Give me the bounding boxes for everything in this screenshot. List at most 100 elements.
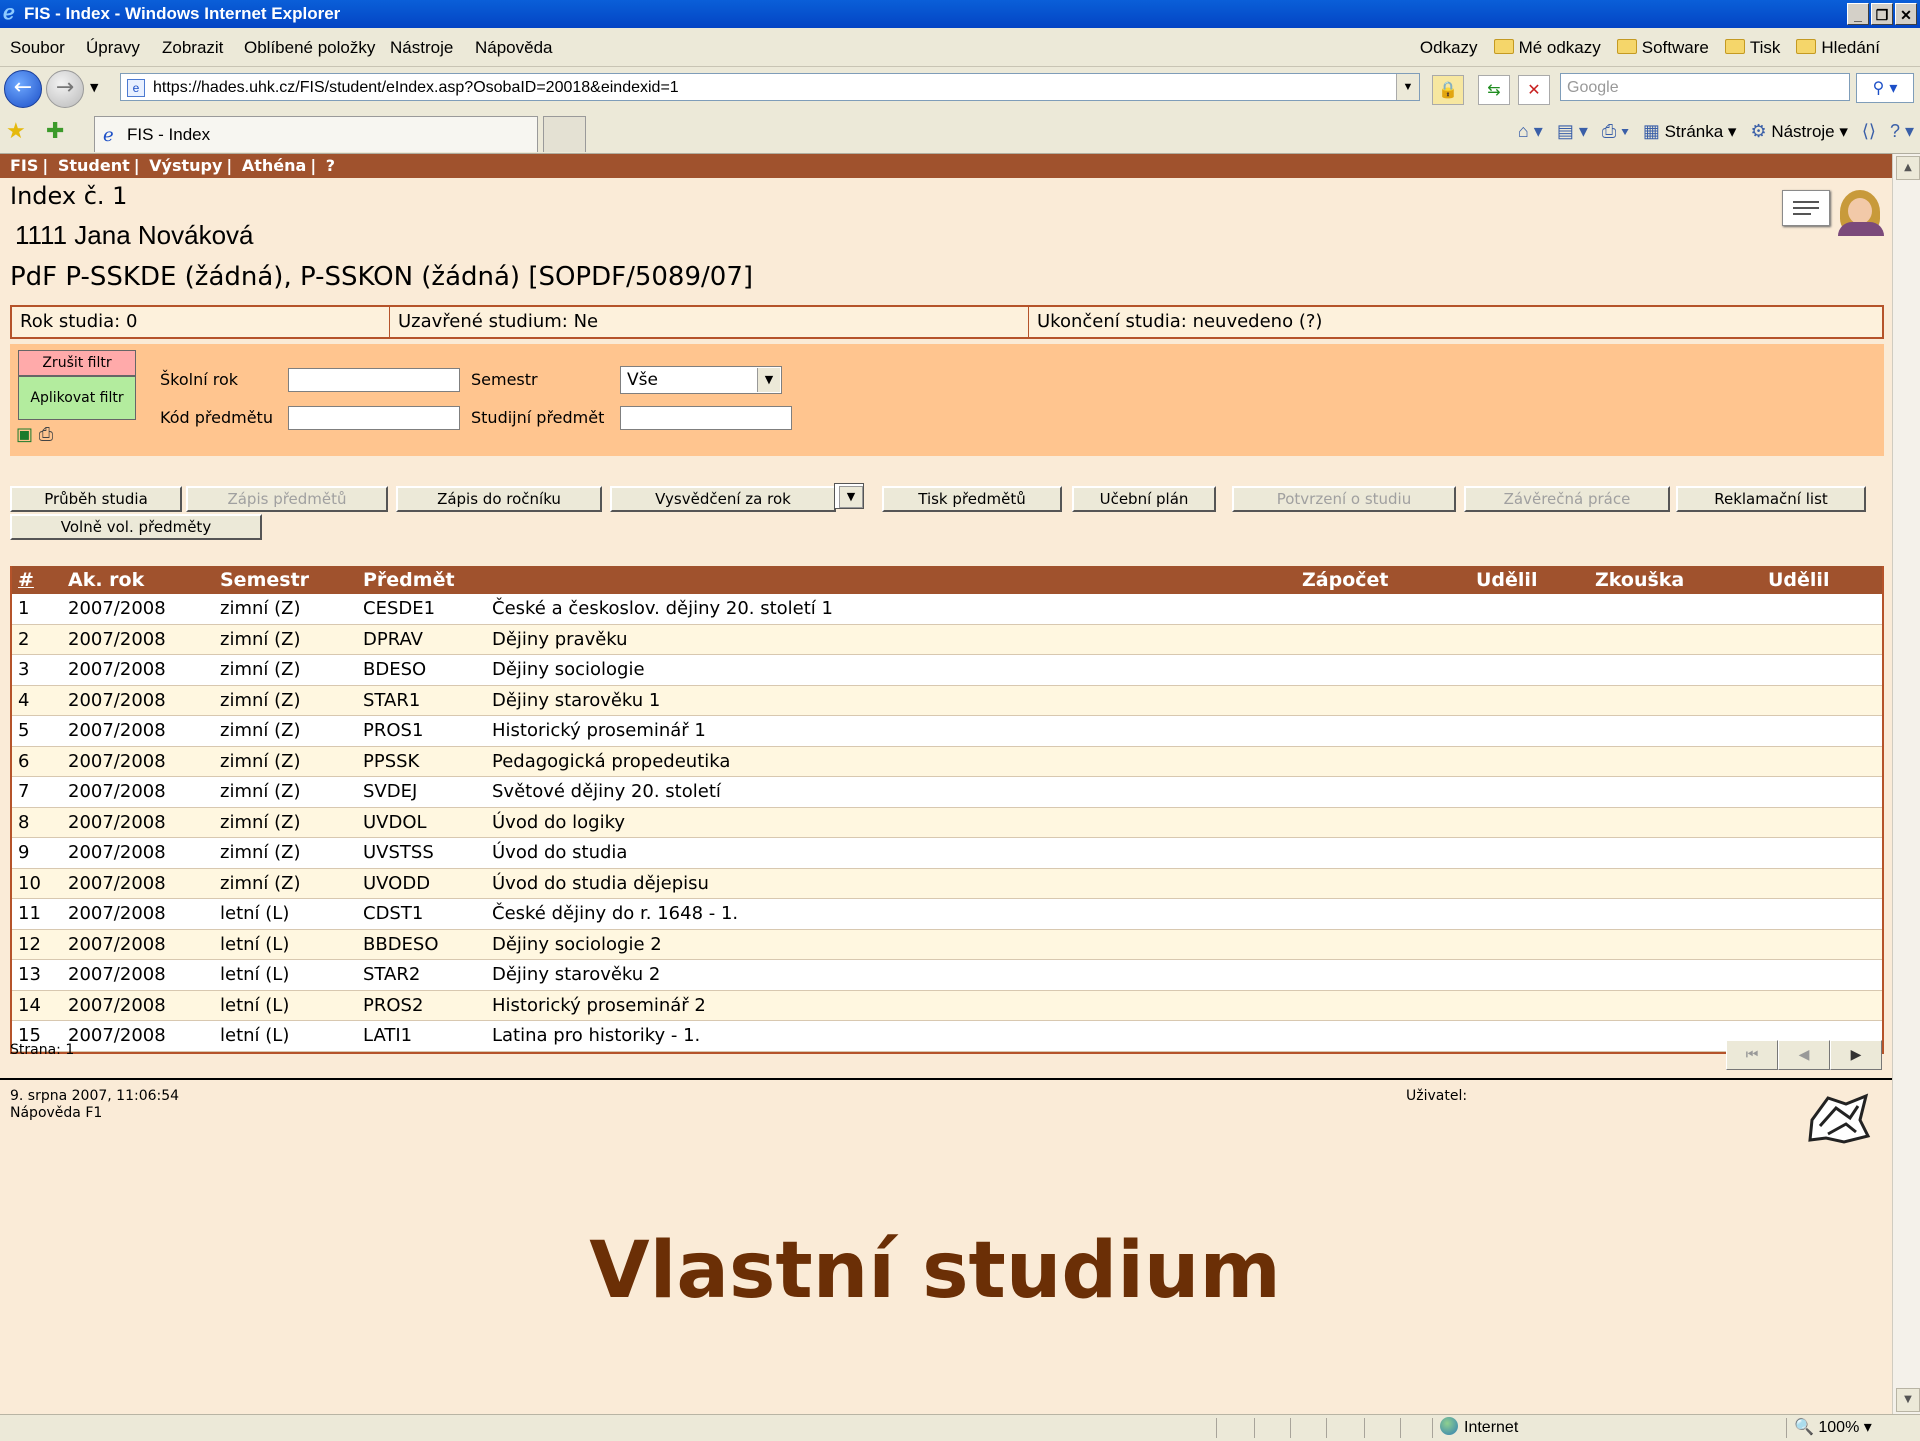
filter-panel: Zrušit filtr Aplikovat filtr ▣ ⎙ Školní … [10,344,1884,456]
row-academic-year: 2007/2008 [68,994,166,1016]
menu-file[interactable]: Soubor [10,38,65,58]
search-button[interactable]: ⚲ ▾ [1856,73,1914,103]
print-subjects-button[interactable]: Tisk předmětů [882,486,1062,512]
user-avatar[interactable] [1836,188,1886,236]
chevron-down-icon[interactable]: ▼ [757,368,780,392]
school-year-input[interactable] [288,368,460,392]
nav-student[interactable]: Student [58,156,130,175]
link-my-links[interactable]: Mé odkazy [1493,38,1601,58]
page-menu[interactable]: ▦ Stránka ▾ [1643,121,1737,142]
row-subject-name: Úvod do studia dějepisu [492,872,709,894]
footer-divider [0,1078,1892,1080]
thesis-button[interactable]: Závěrečná práce [1464,486,1670,512]
menu-help[interactable]: Nápověda [475,38,553,58]
link-search[interactable]: Hledání [1796,38,1880,58]
stop-button[interactable]: ✕ [1518,75,1550,105]
scroll-down-icon[interactable]: ▼ [1896,1388,1920,1412]
folder-icon [1796,39,1817,54]
link-software[interactable]: Software [1616,38,1709,58]
page-viewport: FIS | Student | Výstupy | Athéna | ? Index č… [0,154,1892,1414]
menu-edit[interactable]: Úpravy [86,38,140,58]
certificate-button[interactable]: Vysvědčení za rok [610,486,836,512]
row-subject-code: BBDESO [363,933,439,955]
add-favorite-icon[interactable]: ✚ [46,119,64,144]
new-tab-button[interactable] [543,116,586,152]
chevron-down-icon[interactable]: ▼ [839,486,863,508]
close-window-button[interactable]: ✕ [1895,3,1917,25]
study-subject-input[interactable] [620,406,792,430]
row-semester: zimní (Z) [220,598,301,619]
feeds-icon[interactable]: ▤ ▾ [1557,121,1588,142]
msg-line [1793,213,1811,215]
print-icon[interactable]: ⎙ ▾ [1602,121,1629,142]
row-subject-name: Světové dějiny 20. století [492,781,721,802]
menu-view[interactable]: Zobrazit [162,38,223,58]
links-label: Odkazy [1419,38,1478,57]
row-academic-year: 2007/2008 [68,659,166,680]
row-semester: zimní (Z) [220,720,301,741]
col-number[interactable]: # [18,566,34,594]
elective-subjects-button[interactable]: Volně vol. předměty [10,514,262,540]
nav-fis[interactable]: FIS [10,156,38,175]
messages-icon[interactable] [1782,190,1830,226]
favorites-star-icon[interactable]: ★ [6,119,26,144]
study-confirmation-button[interactable]: Potvrzení o studiu [1232,486,1456,512]
study-progress-button[interactable]: Průběh studia [10,486,182,512]
home-icon[interactable]: ⌂ ▾ [1518,121,1543,142]
study-plan-button[interactable]: Učební plán [1072,486,1216,512]
apply-filter-button[interactable]: Aplikovat filtr [18,376,136,420]
refresh-button[interactable]: ⇆ [1478,75,1510,105]
col-subject: Předmět [363,569,455,591]
url-field[interactable]: e https://hades.uhk.cz/FIS/student/eInde… [120,73,1420,101]
help-icon[interactable]: ? ▾ [1890,121,1914,142]
excel-export-icon[interactable]: ▣ [16,424,33,445]
row-academic-year: 2007/2008 [68,933,166,955]
window-title: FIS - Index - Windows Internet Explorer [24,4,341,23]
nav-outputs[interactable]: Výstupy [149,156,222,175]
study-end: Ukončení studia: neuvedeno (?) [1037,311,1323,332]
study-program: PdF P-SSKDE (žádná), P-SSKON (žádná) [SO… [10,262,754,292]
row-number: 3 [18,659,30,680]
col-year: Ak. rok [68,569,145,591]
next-page-button[interactable]: ▶ [1830,1040,1882,1070]
tab-fis-index[interactable]: ℯ FIS - Index [94,116,538,152]
table-row: 13 2007/2008 letní (L) STAR2 Dějiny starověk… [12,960,1882,991]
link-print[interactable]: Tisk [1724,38,1780,58]
prev-page-button[interactable]: ◀ [1778,1040,1830,1070]
row-number: 10 [18,872,41,894]
enroll-subjects-button[interactable]: Zápis předmětů [186,486,388,512]
complaint-form-button[interactable]: Reklamační list [1676,486,1866,512]
security-zone[interactable]: Internet [1440,1415,1518,1441]
first-page-button[interactable]: ⏮ [1726,1040,1778,1070]
url-dropdown-icon[interactable]: ▼ [1396,74,1419,100]
enroll-year-button[interactable]: Zápis do ročníku [396,486,602,512]
restore-button[interactable]: ❐ [1871,3,1893,25]
export-icons: ▣ ⎙ [16,424,53,445]
certificate-year-select[interactable]: ▼ [834,483,864,509]
research-icon[interactable]: ⟨⟩ [1862,121,1876,142]
table-body: 1 2007/2008 zimní (Z) CESDE1 České a českosl… [12,594,1882,1052]
history-dropdown-icon[interactable]: ▼ [90,81,98,94]
lock-icon[interactable]: 🔒 [1432,75,1464,105]
search-input[interactable]: Google [1560,73,1850,101]
scroll-up-icon[interactable]: ▲ [1896,156,1920,180]
back-button[interactable]: ← [4,70,42,108]
forward-button[interactable]: → [46,70,84,108]
zone-label: Internet [1464,1419,1519,1436]
row-academic-year: 2007/2008 [68,811,166,833]
vertical-scrollbar[interactable]: ▲ ▼ [1892,154,1920,1414]
minimize-button[interactable]: _ [1847,3,1869,25]
nav-athena[interactable]: Athéna [242,156,306,175]
zoom-control[interactable]: 🔍 100% ▾ [1794,1415,1872,1441]
tools-menu[interactable]: ⚙ Nástroje ▾ [1750,121,1847,142]
semester-select[interactable]: Vše ▼ [620,366,782,394]
row-academic-year: 2007/2008 [68,689,166,711]
col-granted-exam: Udělil [1768,569,1830,591]
menu-favorites[interactable]: Oblíbené položky [244,38,375,58]
row-semester: zimní (Z) [220,781,301,802]
menu-tools[interactable]: Nástroje [390,38,453,58]
print-export-icon[interactable]: ⎙ [39,424,53,445]
nav-help[interactable]: ? [326,156,335,175]
clear-filter-button[interactable]: Zrušit filtr [18,350,136,376]
course-code-input[interactable] [288,406,460,430]
